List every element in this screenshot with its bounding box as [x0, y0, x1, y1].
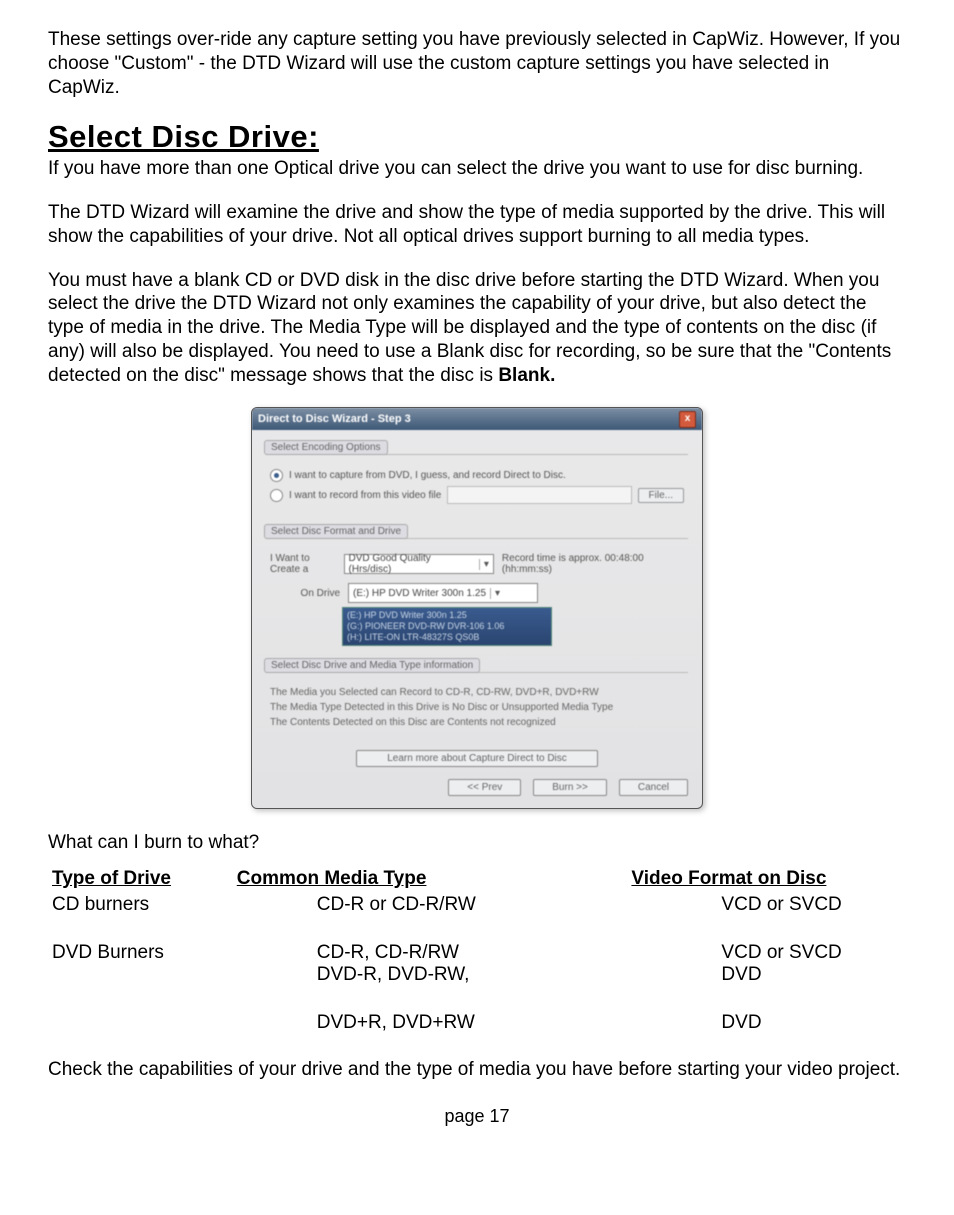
cell-drive: CD burners — [48, 892, 237, 918]
cancel-button[interactable]: Cancel — [619, 779, 688, 796]
format-combo[interactable]: DVD Good Quality (Hrs/disc) ▾ — [344, 554, 494, 574]
radio-record-file[interactable]: I want to record from this video file Fi… — [270, 486, 684, 504]
group-drive: I Want to Create a DVD Good Quality (Hrs… — [266, 538, 688, 657]
radio-record-file-label: I want to record from this video file — [289, 490, 441, 501]
cell-drive — [48, 1010, 237, 1036]
drive-combo[interactable]: (E:) HP DVD Writer 300n 1.25 ▾ — [348, 583, 538, 603]
document-page: These settings over-ride any capture set… — [0, 0, 954, 1151]
dialog-body: Select Encoding Options I want to captur… — [252, 430, 702, 807]
cell-media: CD-R, CD-R/RW DVD-R, DVD-RW, — [237, 940, 632, 988]
format-row: I Want to Create a DVD Good Quality (Hrs… — [270, 553, 684, 575]
dtd-wizard-dialog: Direct to Disc Wizard - Step 3 x Select … — [251, 407, 703, 808]
th-type-of-drive: Type of Drive — [48, 866, 237, 892]
paragraph-2: The DTD Wizard will examine the drive an… — [48, 201, 906, 249]
table-header-row: Type of Drive Common Media Type Video Fo… — [48, 866, 906, 892]
th-common-media: Common Media Type — [237, 866, 632, 892]
drive-row: On Drive (E:) HP DVD Writer 300n 1.25 ▾ — [270, 583, 684, 603]
burn-button[interactable]: Burn >> — [533, 779, 607, 796]
burn-question: What can I burn to what? — [48, 831, 906, 855]
file-browse-button[interactable]: File... — [638, 488, 684, 503]
paragraph-3-text: You must have a blank CD or DVD disk in … — [48, 270, 891, 386]
table-row: DVD+R, DVD+RW DVD — [48, 1010, 906, 1036]
chevron-down-icon: ▾ — [479, 559, 489, 570]
radio-capture-dvd-label: I want to capture from DVD, I guess, and… — [289, 470, 566, 481]
group-media-tab: Select Disc Drive and Media Type informa… — [264, 658, 480, 673]
radio-capture-dvd[interactable]: I want to capture from DVD, I guess, and… — [270, 469, 684, 482]
media-compatibility-table: Type of Drive Common Media Type Video Fo… — [48, 866, 906, 1036]
contents-detected-line: The Contents Detected on this Disc are C… — [270, 717, 684, 728]
drive-combo-value: (E:) HP DVD Writer 300n 1.25 — [353, 588, 486, 599]
cell-media: DVD+R, DVD+RW — [237, 1010, 632, 1036]
format-label: I Want to Create a — [270, 553, 336, 575]
prev-button[interactable]: << Prev — [448, 779, 521, 796]
radio-icon — [270, 469, 283, 482]
dialog-title: Direct to Disc Wizard - Step 3 — [258, 413, 411, 425]
intro-paragraph: These settings over-ride any capture set… — [48, 28, 906, 99]
cell-video: VCD or SVCD — [631, 892, 906, 918]
paragraph-3: You must have a blank CD or DVD disk in … — [48, 269, 906, 388]
learn-more-button[interactable]: Learn more about Capture Direct to Disc — [356, 750, 598, 767]
drive-label: On Drive — [270, 588, 340, 599]
group-encoding-tab: Select Encoding Options — [264, 440, 388, 455]
cell-drive: DVD Burners — [48, 940, 237, 988]
dialog-button-row: << Prev Burn >> Cancel — [266, 779, 688, 796]
paragraph-1: If you have more than one Optical drive … — [48, 157, 906, 181]
group-drive-tab: Select Disc Format and Drive — [264, 524, 408, 539]
th-video-format: Video Format on Disc — [631, 866, 906, 892]
media-type-detected-line: The Media Type Detected in this Drive is… — [270, 702, 684, 713]
cell-video: DVD — [631, 1010, 906, 1036]
chevron-down-icon: ▾ — [490, 588, 500, 599]
file-path-input — [447, 486, 631, 504]
format-hint: Record time is approx. 00:48:00 (hh:mm:s… — [502, 553, 684, 575]
section-heading: Select Disc Drive: — [48, 119, 906, 155]
group-media: The Media you Selected can Record to CD-… — [266, 672, 688, 740]
dialog-screenshot: Direct to Disc Wizard - Step 3 x Select … — [48, 407, 906, 808]
paragraph-3-bold: Blank. — [498, 365, 555, 386]
closing-paragraph: Check the capabilities of your drive and… — [48, 1058, 906, 1082]
table-row: CD burners CD-R or CD-R/RW VCD or SVCD — [48, 892, 906, 918]
close-icon[interactable]: x — [679, 411, 696, 428]
format-combo-value: DVD Good Quality (Hrs/disc) — [349, 553, 475, 575]
table-row: DVD Burners CD-R, CD-R/RW DVD-R, DVD-RW,… — [48, 940, 906, 988]
media-can-record-line: The Media you Selected can Record to CD-… — [270, 687, 684, 698]
dialog-titlebar: Direct to Disc Wizard - Step 3 x — [252, 408, 702, 430]
cell-media: CD-R or CD-R/RW — [237, 892, 632, 918]
radio-icon — [270, 489, 283, 502]
drive-dropdown-list[interactable]: (E:) HP DVD Writer 300n 1.25 (G:) PIONEE… — [342, 607, 552, 645]
learn-more-row: Learn more about Capture Direct to Disc — [266, 750, 688, 767]
cell-video: VCD or SVCD DVD — [631, 940, 906, 988]
page-footer: page 17 — [48, 1106, 906, 1127]
group-encoding: I want to capture from DVD, I guess, and… — [266, 454, 688, 516]
